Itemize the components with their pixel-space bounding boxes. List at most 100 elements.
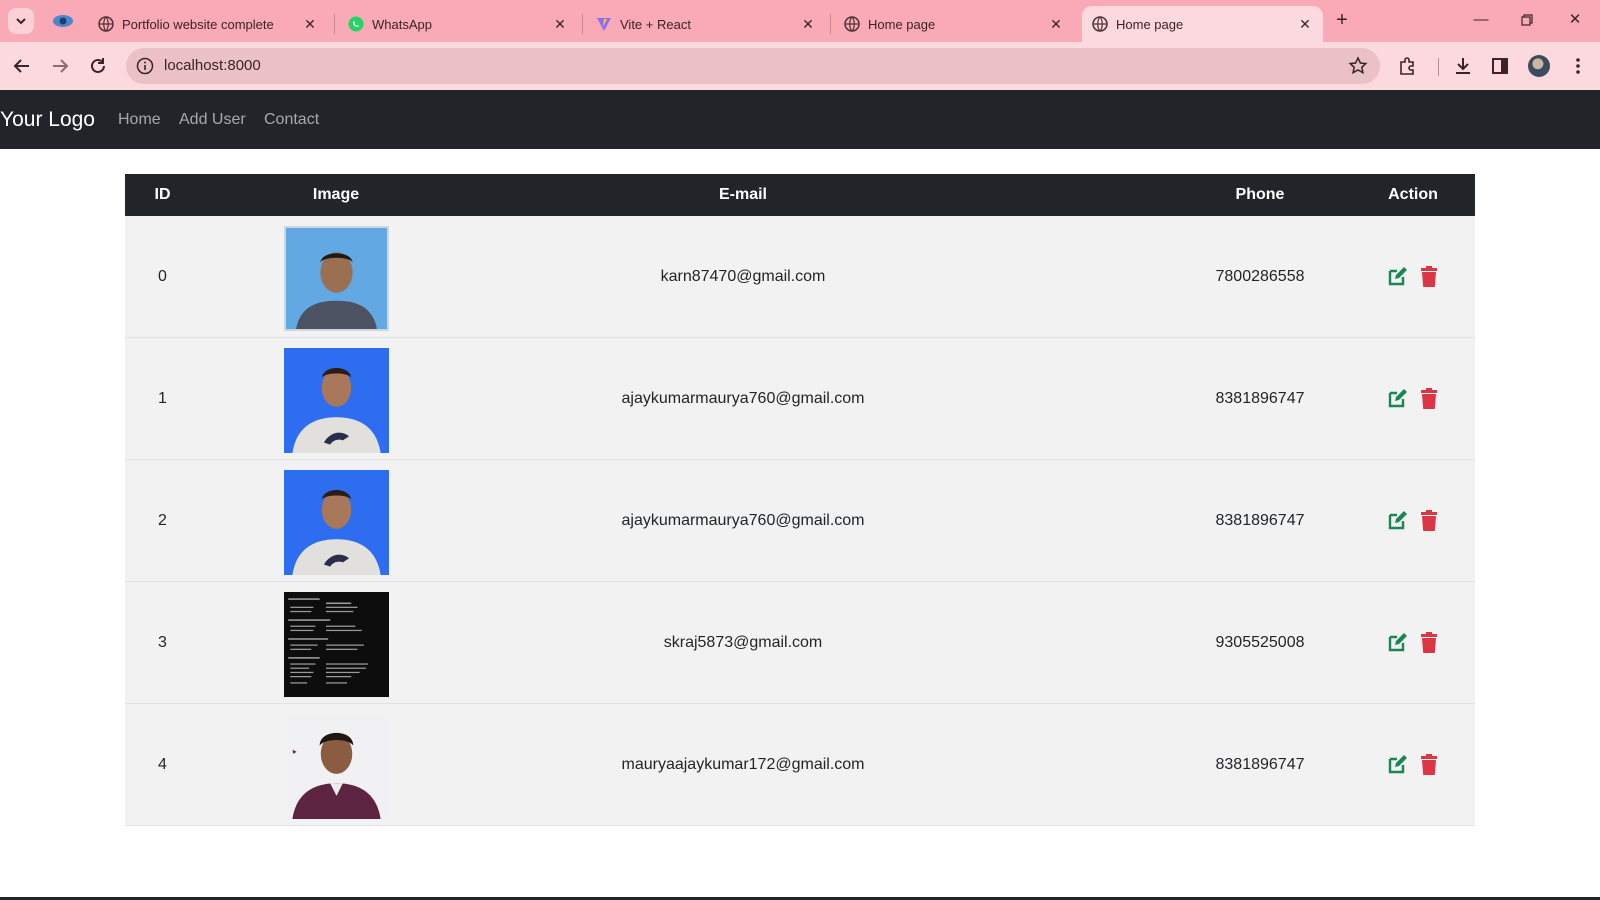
close-tab-icon[interactable]: ✕: [1048, 16, 1064, 32]
extensions-button[interactable]: [1396, 54, 1420, 78]
globe-icon: [1092, 16, 1108, 32]
arrow-left-icon: [13, 59, 29, 73]
cell-email: karn87470@gmail.com: [660, 268, 826, 285]
table-row: 1 ajaykumarmaurya760@gmail.com 838189674…: [125, 338, 1475, 460]
trash-icon: [1421, 510, 1437, 531]
close-tab-icon[interactable]: ✕: [302, 16, 318, 32]
close-tab-icon[interactable]: ✕: [1297, 16, 1313, 32]
cell-phone: 9305525008: [1215, 634, 1305, 651]
delete-button[interactable]: [1417, 631, 1441, 655]
profile-button[interactable]: [1527, 54, 1551, 78]
reload-icon: [91, 58, 105, 73]
browser-toolbar: [0, 42, 1600, 90]
table-row: 0 karn87470@gmail.com 7800286558: [125, 216, 1475, 338]
downloads-button[interactable]: [1451, 54, 1475, 78]
tab-home-page-active[interactable]: Home page ✕: [1082, 6, 1323, 42]
delete-button[interactable]: [1417, 265, 1441, 289]
browser-tab-strip: Portfolio website complete ✕ WhatsApp ✕ …: [0, 0, 1600, 42]
restore-icon[interactable]: [1513, 8, 1541, 32]
puzzle-icon: [1400, 57, 1414, 75]
cell-id: 4: [158, 756, 167, 773]
whatsapp-icon: [348, 16, 364, 32]
tab-vite-react[interactable]: Vite + React ✕: [586, 6, 826, 42]
trash-icon: [1421, 632, 1437, 653]
edit-icon: [1388, 511, 1407, 530]
avatar: [1528, 55, 1550, 77]
reload-button[interactable]: [84, 52, 112, 80]
tab-whatsapp[interactable]: WhatsApp ✕: [338, 6, 578, 42]
table-row: 3 skraj5873@gmail.com 9305525008: [125, 582, 1475, 704]
close-tab-icon[interactable]: ✕: [800, 16, 816, 32]
user-photo: [284, 348, 389, 453]
brand-logo[interactable]: Your Logo: [0, 90, 95, 149]
user-photo: [284, 226, 389, 331]
minimize-icon[interactable]: —: [1467, 8, 1495, 32]
cell-id: 1: [158, 390, 167, 407]
edit-icon: [1388, 633, 1407, 652]
table-header: ID Image E-mail Phone Action: [125, 174, 1475, 216]
nav-link-contact[interactable]: Contact: [264, 90, 319, 149]
new-tab-button[interactable]: +: [1330, 9, 1354, 33]
toolbar-divider: [1438, 58, 1439, 76]
column-header-id: ID: [154, 186, 171, 203]
download-icon: [1456, 58, 1470, 74]
forward-button[interactable]: [46, 52, 74, 80]
nav-link-home[interactable]: Home: [118, 90, 161, 149]
vite-icon: [596, 16, 612, 32]
edit-icon: [1388, 755, 1407, 774]
column-header-phone: Phone: [1235, 186, 1285, 203]
tab-portfolio[interactable]: Portfolio website complete ✕: [88, 6, 328, 42]
tab-home-page[interactable]: Home page ✕: [834, 6, 1074, 42]
delete-button[interactable]: [1417, 387, 1441, 411]
row-actions: [1363, 704, 1463, 826]
cell-id: 2: [158, 512, 167, 529]
tab-divider: [582, 14, 583, 34]
close-window-icon[interactable]: ✕: [1561, 8, 1589, 32]
arrow-right-icon: [53, 59, 69, 73]
back-button[interactable]: [8, 52, 36, 80]
pinned-tab[interactable]: [48, 8, 78, 34]
edit-button[interactable]: [1385, 265, 1409, 289]
table-row: 4 mauryaajaykumar172@gmail.com 838189674…: [125, 704, 1475, 826]
row-actions: [1363, 216, 1463, 338]
edit-icon: [1388, 389, 1407, 408]
cell-email: ajaykumarmaurya760@gmail.com: [621, 512, 865, 529]
close-tab-icon[interactable]: ✕: [552, 16, 568, 32]
cell-email: mauryaajaykumar172@gmail.com: [621, 756, 865, 773]
user-photo: [284, 470, 389, 575]
edit-button[interactable]: [1385, 753, 1409, 777]
edit-button[interactable]: [1385, 387, 1409, 411]
eye-logo-icon: [53, 15, 73, 27]
cell-id: 3: [158, 634, 167, 651]
column-header-image: Image: [312, 186, 360, 203]
info-icon[interactable]: [136, 57, 154, 75]
globe-icon: [844, 16, 860, 32]
tab-title: Vite + React: [620, 16, 691, 32]
delete-button[interactable]: [1417, 509, 1441, 533]
address-bar[interactable]: [126, 48, 1380, 84]
edit-button[interactable]: [1385, 631, 1409, 655]
row-actions: [1363, 582, 1463, 704]
column-header-action: Action: [1388, 186, 1438, 203]
cell-email: ajaykumarmaurya760@gmail.com: [621, 390, 865, 407]
column-header-email: E-mail: [718, 186, 767, 203]
menu-button[interactable]: [1566, 54, 1590, 78]
tab-title: Home page: [868, 16, 936, 32]
site-navbar: Your Logo Home Add User Contact: [0, 90, 1600, 149]
table-row: 2 ajaykumarmaurya760@gmail.com 838189674…: [125, 460, 1475, 582]
cell-phone: 7800286558: [1215, 268, 1305, 285]
nav-link-add-user[interactable]: Add User: [179, 90, 246, 149]
tab-title: WhatsApp: [372, 16, 432, 32]
cell-phone: 8381896747: [1215, 756, 1305, 773]
url-input[interactable]: [164, 48, 1264, 84]
user-photo: [284, 592, 389, 697]
tab-search-button[interactable]: [8, 8, 34, 34]
tab-divider: [334, 14, 335, 34]
bookmark-star-icon[interactable]: [1348, 56, 1368, 76]
side-panel-button[interactable]: [1488, 54, 1512, 78]
cell-id: 0: [158, 268, 167, 285]
edit-icon: [1388, 267, 1407, 286]
edit-button[interactable]: [1385, 509, 1409, 533]
kebab-menu-icon: [1576, 58, 1580, 74]
delete-button[interactable]: [1417, 753, 1441, 777]
